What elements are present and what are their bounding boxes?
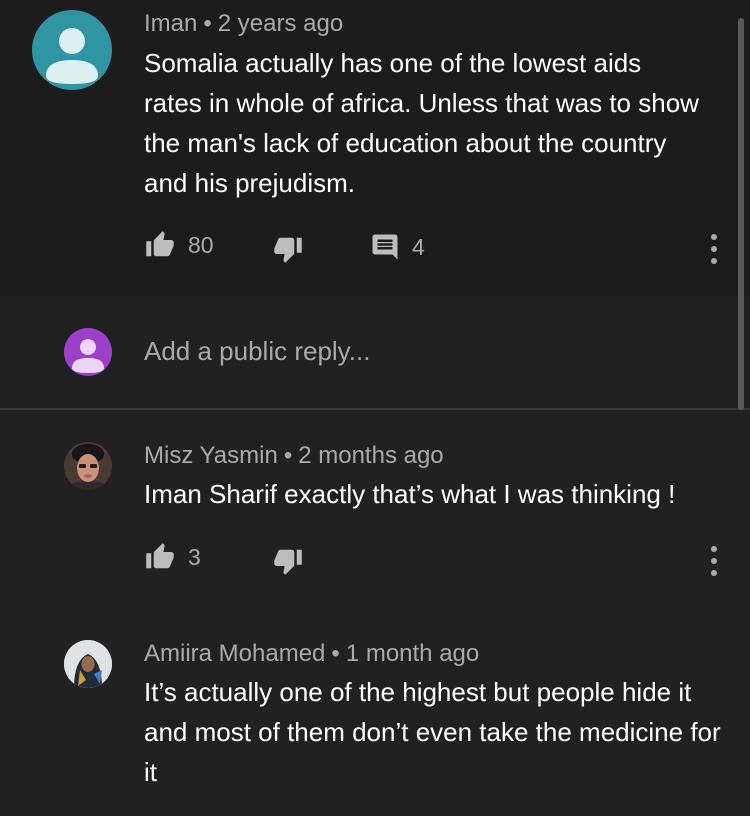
main-comment: Iman • 2 years ago Somalia actually has on… xyxy=(0,0,750,296)
thumbs-down-icon xyxy=(274,237,302,263)
thumbs-up-icon xyxy=(146,231,174,257)
author-name[interactable]: Iman xyxy=(144,10,197,37)
comment-meta: Amiira Mohamed • 1 month ago xyxy=(144,640,479,668)
timestamp[interactable]: 1 month ago xyxy=(346,640,479,667)
comment-meta: Misz Yasmin • 2 months ago xyxy=(144,442,444,470)
profile-photo-icon xyxy=(64,442,112,490)
dislike-button[interactable] xyxy=(272,234,304,264)
avatar[interactable] xyxy=(32,10,112,90)
author-name[interactable]: Misz Yasmin xyxy=(144,442,278,469)
profile-photo-icon xyxy=(64,640,112,688)
meta-separator: • xyxy=(331,640,340,667)
like-button[interactable]: 3 xyxy=(144,542,201,572)
user-silhouette-icon xyxy=(72,339,104,373)
add-reply-row: Add a public reply... xyxy=(0,296,750,408)
comment-text: Iman Sharif exactly that’s what I was th… xyxy=(144,479,676,509)
more-options-button[interactable] xyxy=(702,546,726,576)
meta-separator: • xyxy=(203,10,212,37)
user-silhouette-icon xyxy=(46,28,98,84)
thumbs-up-icon xyxy=(146,543,174,569)
add-reply-input[interactable]: Add a public reply... xyxy=(144,336,370,367)
timestamp[interactable]: 2 months ago xyxy=(298,442,443,469)
like-count: 80 xyxy=(188,231,214,258)
divider xyxy=(0,408,750,410)
meta-separator: • xyxy=(283,442,293,469)
like-button[interactable]: 80 xyxy=(144,230,214,260)
comment-meta: Iman • 2 years ago xyxy=(144,10,343,38)
scrollbar[interactable] xyxy=(738,18,744,410)
comment-text: Somalia actually has one of the lowest a… xyxy=(144,48,699,198)
reply-count: 4 xyxy=(412,233,425,260)
more-options-button[interactable] xyxy=(702,234,726,264)
comment-icon xyxy=(372,234,398,260)
avatar[interactable] xyxy=(64,442,112,490)
more-vertical-icon xyxy=(711,546,717,552)
more-vertical-icon xyxy=(711,234,717,240)
thumbs-down-icon xyxy=(274,549,302,575)
current-user-avatar xyxy=(64,328,112,376)
timestamp[interactable]: 2 years ago xyxy=(218,10,343,37)
dislike-button[interactable] xyxy=(272,546,304,576)
comment-text: It’s actually one of the highest but peo… xyxy=(144,677,721,787)
reply-count-button[interactable]: 4 xyxy=(370,232,425,262)
author-name[interactable]: Amiira Mohamed xyxy=(144,640,325,667)
like-count: 3 xyxy=(188,543,201,570)
avatar[interactable] xyxy=(64,640,112,688)
